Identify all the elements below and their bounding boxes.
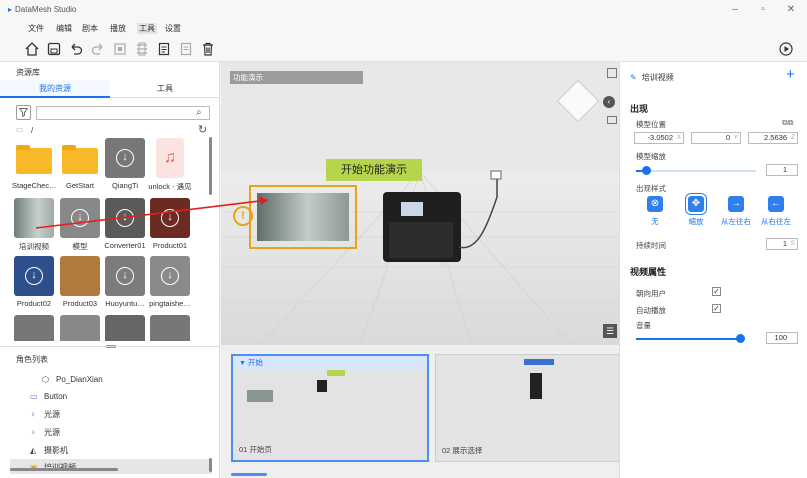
face-user-label: 朝向用户 <box>636 289 666 298</box>
scale-input[interactable]: 1 <box>766 164 798 176</box>
autoplay-checkbox[interactable]: ✓ <box>712 304 721 313</box>
scene-preview-frame <box>247 390 273 402</box>
section-appear: 出现 <box>630 104 649 114</box>
timeline-scrollbar[interactable] <box>231 473 267 476</box>
scene-preview-machine <box>530 373 542 399</box>
scale-slider[interactable] <box>636 166 756 175</box>
style-option-none[interactable]: ⊗ 无 <box>640 196 670 227</box>
style-option-scale[interactable]: ✥ 缩放 <box>681 196 711 227</box>
style-label: 出现样式 <box>636 184 666 193</box>
position-y-input[interactable]: 0Y <box>691 132 741 144</box>
volume-slider-knob[interactable] <box>736 334 745 343</box>
volume-slider-fill <box>636 338 740 340</box>
caret-down-icon: ▼ <box>239 360 248 367</box>
volume-label: 音量 <box>636 321 651 330</box>
properties-panel: ✎ 培训视频 + 出现 模型位置 ⧉⧉ -3.0502 X 0Y 2.5636 Z 模… <box>619 62 807 478</box>
position-x-input[interactable]: -3.0502 X <box>634 132 684 144</box>
copy-paste-icon[interactable]: ⧉⧉ <box>782 118 793 128</box>
face-user-checkbox[interactable]: ✓ <box>712 287 721 296</box>
arrow-left-icon: ← <box>768 196 784 212</box>
scene-preview-header <box>524 359 554 365</box>
section-video: 视频属性 <box>630 267 667 277</box>
scale-slider-knob[interactable] <box>642 166 651 175</box>
volume-slider[interactable] <box>636 334 745 343</box>
arrow-right-icon: → <box>728 196 744 212</box>
duration-label: 持续时间 <box>636 241 666 250</box>
scale-icon: ✥ <box>688 196 704 212</box>
scene-card-name: 02 展示选择 <box>442 446 483 455</box>
style-option-right-to-left[interactable]: ← 从右往左 <box>761 196 791 227</box>
style-option-left-to-right[interactable]: → 从左往右 <box>721 196 751 227</box>
scene-card-header: ▼ 开始 <box>233 356 427 370</box>
position-z-input[interactable]: 2.5636 Z <box>748 132 798 144</box>
autoplay-label: 自动播放 <box>636 306 666 315</box>
add-icon[interactable]: + <box>786 66 795 83</box>
scene-card[interactable]: 02 展示选择 <box>435 354 633 462</box>
scene-timeline: ▼ 开始 01 开始页 02 展示选择 <box>221 344 633 478</box>
scene-card-name: 01 开始页 <box>239 445 272 454</box>
edit-icon[interactable]: ✎ <box>630 73 637 82</box>
scene-preview-machine <box>317 380 327 392</box>
scene-preview-callout <box>327 370 345 376</box>
duration-input[interactable]: 1S <box>766 238 798 250</box>
position-label: 模型位置 <box>636 120 666 129</box>
properties-header: ✎ 培训视频 <box>630 73 674 82</box>
scale-label: 模型缩放 <box>636 152 666 161</box>
volume-input[interactable]: 100 <box>766 332 798 344</box>
scene-card[interactable]: ▼ 开始 01 开始页 <box>231 354 429 462</box>
none-icon: ⊗ <box>647 196 663 212</box>
